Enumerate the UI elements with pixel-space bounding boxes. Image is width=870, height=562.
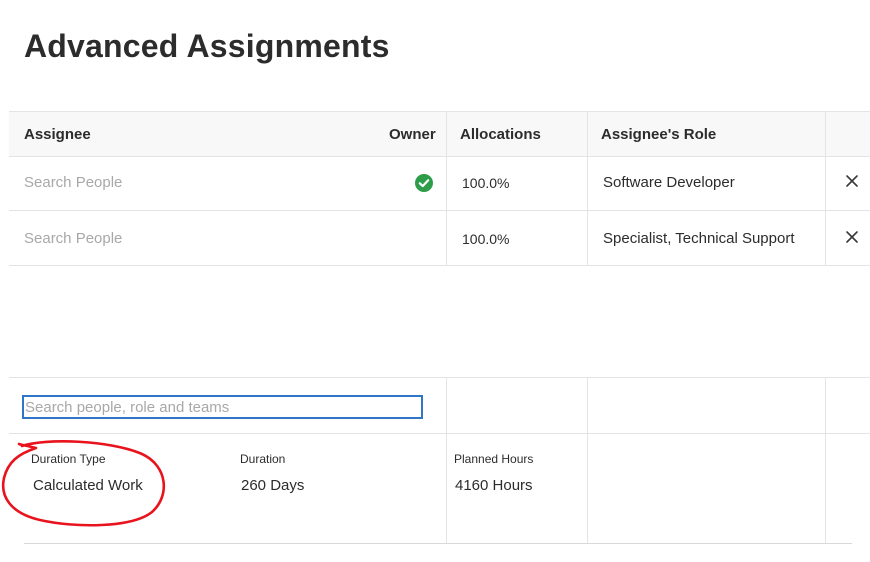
column-divider bbox=[446, 156, 447, 210]
header-role[interactable]: Assignee's Role bbox=[601, 126, 716, 143]
header-owner[interactable]: Owner bbox=[389, 126, 436, 143]
column-divider bbox=[825, 211, 826, 265]
table-header: Assignee Owner Allocations Assignee's Ro… bbox=[9, 111, 870, 157]
planned-hours-value[interactable]: 4160 Hours bbox=[455, 477, 533, 494]
column-divider bbox=[446, 433, 447, 543]
duration-value[interactable]: 260 Days bbox=[241, 477, 304, 494]
assignee-search-field[interactable]: Search People bbox=[24, 174, 122, 191]
check-circle-icon[interactable] bbox=[415, 174, 433, 192]
column-divider bbox=[587, 433, 588, 543]
column-divider bbox=[587, 112, 588, 156]
table-row: Search People 100.0% Specialist, Technic… bbox=[9, 211, 870, 266]
column-divider bbox=[446, 378, 447, 433]
column-divider bbox=[446, 112, 447, 156]
bottom-divider bbox=[24, 543, 852, 544]
add-assignee-row bbox=[9, 377, 870, 434]
role-value[interactable]: Software Developer bbox=[603, 174, 735, 191]
column-divider bbox=[446, 211, 447, 265]
search-people-input[interactable] bbox=[22, 395, 423, 419]
column-divider bbox=[825, 433, 826, 543]
column-divider bbox=[587, 378, 588, 433]
column-divider bbox=[825, 378, 826, 433]
assignee-search-field[interactable]: Search People bbox=[24, 230, 122, 247]
close-icon[interactable] bbox=[845, 230, 859, 244]
planned-hours-label: Planned Hours bbox=[454, 452, 534, 466]
column-divider bbox=[825, 112, 826, 156]
column-divider bbox=[587, 211, 588, 265]
role-value[interactable]: Specialist, Technical Support bbox=[603, 230, 795, 247]
header-assignee[interactable]: Assignee bbox=[24, 126, 91, 143]
column-divider bbox=[587, 156, 588, 210]
column-divider bbox=[825, 156, 826, 210]
page-title: Advanced Assignments bbox=[24, 28, 390, 64]
close-icon[interactable] bbox=[845, 174, 859, 188]
annotation-circle-icon bbox=[1, 440, 166, 527]
header-allocations[interactable]: Allocations bbox=[460, 126, 541, 143]
allocation-value[interactable]: 100.0% bbox=[462, 231, 509, 247]
table-row: Search People 100.0% Software Developer bbox=[9, 156, 870, 211]
allocation-value[interactable]: 100.0% bbox=[462, 175, 509, 191]
duration-label: Duration bbox=[240, 452, 286, 466]
